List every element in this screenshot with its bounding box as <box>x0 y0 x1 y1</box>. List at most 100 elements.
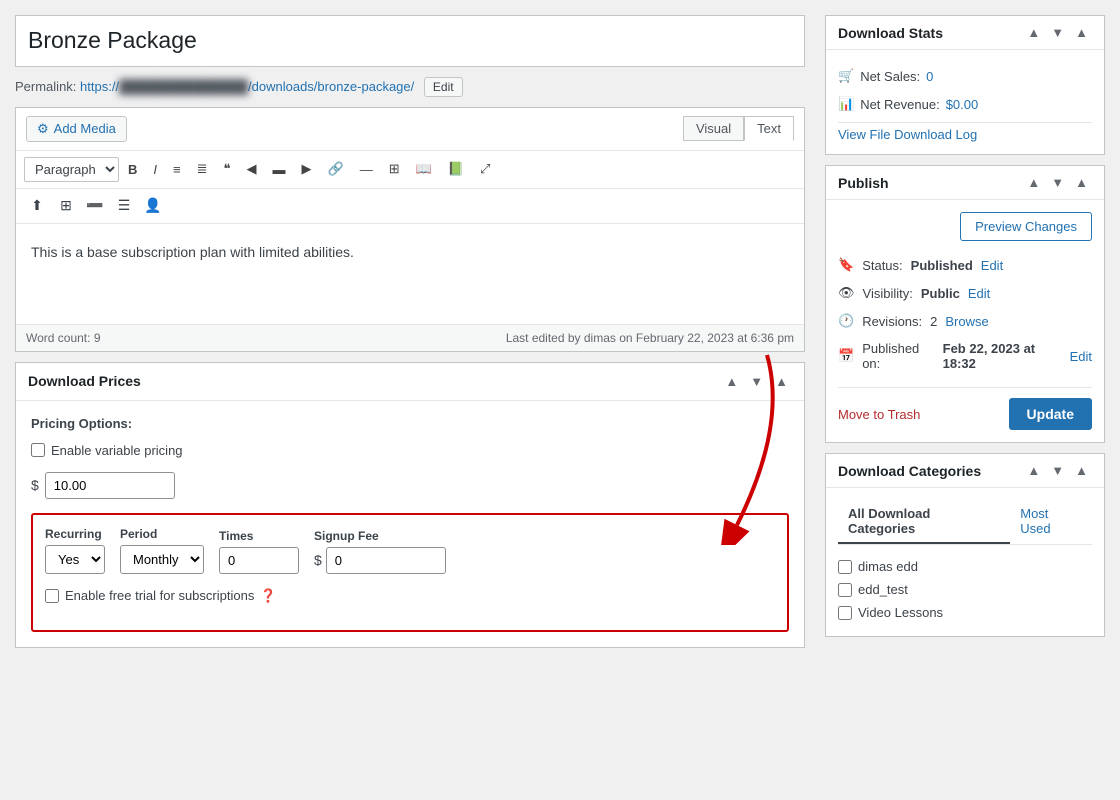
more-button[interactable]: — <box>353 158 380 181</box>
published-value: Feb 22, 2023 at 18:32 <box>943 341 1062 371</box>
stats-toggle-button[interactable]: ▲ <box>1071 24 1092 41</box>
category-label-video-lessons: Video Lessons <box>858 605 943 620</box>
recurring-fields: Recurring Yes No Period Monthly Weekly <box>45 527 775 574</box>
text-tab[interactable]: Text <box>744 116 794 141</box>
net-sales-value[interactable]: 0 <box>926 69 933 84</box>
period-select[interactable]: Monthly Weekly Yearly Daily <box>120 545 204 574</box>
recurring-select[interactable]: Yes No <box>45 545 105 574</box>
download-categories-title: Download Categories <box>838 463 981 479</box>
upload-icon[interactable]: ⬆ <box>24 194 50 218</box>
fullscreen-button[interactable]: ⤢ <box>473 157 497 181</box>
move-to-trash-link[interactable]: Move to Trash <box>838 407 920 422</box>
toggle-button[interactable]: ▲ <box>771 373 792 390</box>
publish-down-button[interactable]: ▼ <box>1047 174 1068 191</box>
times-field-group: Times <box>219 529 299 574</box>
net-sales-row: 🛒 Net Sales: 0 <box>838 62 1092 90</box>
book-button[interactable]: 📗 <box>441 157 471 181</box>
categories-toggle-button[interactable]: ▲ <box>1071 462 1092 479</box>
free-trial-checkbox[interactable] <box>45 589 59 603</box>
add-media-button[interactable]: ⚙ Add Media <box>26 116 127 142</box>
list-icon[interactable]: ☰ <box>111 194 137 218</box>
italic-button[interactable]: I <box>146 158 164 181</box>
update-button[interactable]: Update <box>1009 398 1092 430</box>
help-icon: ❓ <box>260 588 276 604</box>
enable-variable-pricing-checkbox[interactable] <box>31 443 45 457</box>
stats-down-button[interactable]: ▼ <box>1047 24 1068 41</box>
permalink-edit-button[interactable]: Edit <box>424 77 463 97</box>
visual-tab[interactable]: Visual <box>683 116 744 141</box>
status-icon: 🔖 <box>838 257 854 273</box>
download-prices-content: Pricing Options: Enable variable pricing… <box>16 401 804 647</box>
published-edit-link[interactable]: Edit <box>1070 349 1092 364</box>
category-item-video-lessons: Video Lessons <box>838 601 1092 624</box>
align-right-button[interactable]: ▶ <box>295 157 319 181</box>
table-button[interactable]: ⊞ <box>382 157 407 181</box>
stats-up-button[interactable]: ▲ <box>1023 24 1044 41</box>
signup-fee-input[interactable] <box>326 547 446 574</box>
category-item-edd-test: edd_test <box>838 578 1092 601</box>
all-categories-tab[interactable]: All Download Categories <box>838 500 1010 544</box>
published-label: Published on: <box>862 341 934 371</box>
categories-down-button[interactable]: ▼ <box>1047 462 1068 479</box>
ordered-list-button[interactable]: ≣ <box>190 157 215 181</box>
cart-icon: 🛒 <box>838 68 854 84</box>
net-revenue-label: Net Revenue: <box>860 97 940 112</box>
editor-area: ⚙ Add Media Visual Text Paragraph B I ≡ … <box>15 107 805 352</box>
toolbar-row-2: ⬆ ⊞ ➖ ☰ 👤 <box>16 189 804 224</box>
times-input[interactable] <box>219 547 299 574</box>
editor-content[interactable]: This is a base subscription plan with li… <box>16 224 804 324</box>
category-label-dimas-edd: dimas edd <box>858 559 918 574</box>
category-checkbox-video-lessons[interactable] <box>838 606 852 620</box>
category-checkbox-dimas-edd[interactable] <box>838 560 852 574</box>
enable-variable-pricing-row: Enable variable pricing <box>31 443 789 458</box>
permalink-path[interactable]: /downloads/bronze-package/ <box>248 79 414 94</box>
published-row: 📅 Published on: Feb 22, 2023 at 18:32 Ed… <box>838 335 1092 377</box>
net-revenue-row: 📊 Net Revenue: $0.00 <box>838 90 1092 118</box>
publish-header: Publish ▲ ▼ ▲ <box>826 166 1104 200</box>
stats-controls: ▲ ▼ ▲ <box>1023 24 1092 41</box>
category-checkbox-edd-test[interactable] <box>838 583 852 597</box>
align-left-button[interactable]: ◀ <box>240 157 264 181</box>
price-input[interactable] <box>45 472 175 499</box>
category-tabs: All Download Categories Most Used <box>838 500 1092 545</box>
post-title-input[interactable] <box>28 26 792 56</box>
categories-up-button[interactable]: ▲ <box>1023 462 1044 479</box>
revisions-label: Revisions: <box>862 314 922 329</box>
publish-up-button[interactable]: ▲ <box>1023 174 1044 191</box>
align-center-button[interactable]: ▬ <box>266 158 293 181</box>
status-edit-link[interactable]: Edit <box>981 258 1003 273</box>
recurring-label: Recurring <box>45 527 105 541</box>
download-stats-title: Download Stats <box>838 25 943 41</box>
visibility-edit-link[interactable]: Edit <box>968 286 990 301</box>
visibility-label: Visibility: <box>863 286 913 301</box>
revisions-browse-link[interactable]: Browse <box>945 314 988 329</box>
calendar-icon: 📅 <box>838 348 854 364</box>
signup-fee-label: Signup Fee <box>314 529 446 543</box>
publish-panel: Publish ▲ ▼ ▲ Preview Changes 🔖 Status: … <box>825 165 1105 443</box>
publish-toggle-button[interactable]: ▲ <box>1071 174 1092 191</box>
collapse-down-button[interactable]: ▼ <box>746 373 767 390</box>
most-used-tab[interactable]: Most Used <box>1010 500 1092 544</box>
permalink-base-url[interactable]: https:// <box>80 79 119 94</box>
unordered-list-button[interactable]: ≡ <box>166 158 188 181</box>
minus-icon[interactable]: ➖ <box>82 194 108 218</box>
paragraph-select[interactable]: Paragraph <box>24 157 119 182</box>
clock-icon: 🕐 <box>838 313 854 329</box>
preview-changes-button[interactable]: Preview Changes <box>960 212 1092 241</box>
download-prices-metabox: Download Prices ▲ ▼ ▲ Pricing Options: E… <box>15 362 805 648</box>
word-count: Word count: 9 <box>26 331 101 345</box>
user-icon[interactable]: 👤 <box>140 194 166 218</box>
bold-button[interactable]: B <box>121 158 144 181</box>
visibility-value: Public <box>921 286 960 301</box>
blockquote-button[interactable]: ❝ <box>217 157 238 181</box>
grid-icon[interactable]: ⊞ <box>53 194 79 218</box>
category-item-dimas-edd: dimas edd <box>838 555 1092 578</box>
view-download-log-link[interactable]: View File Download Log <box>838 127 977 142</box>
free-trial-label: Enable free trial for subscriptions <box>65 588 254 603</box>
collapse-up-button[interactable]: ▲ <box>721 373 742 390</box>
open-book-button[interactable]: 📖 <box>409 157 439 181</box>
editor-top-row: ⚙ Add Media Visual Text <box>16 108 804 151</box>
net-revenue-value[interactable]: $0.00 <box>946 97 979 112</box>
download-categories-content: All Download Categories Most Used dimas … <box>826 488 1104 636</box>
link-button[interactable]: 🔗 <box>321 157 351 181</box>
